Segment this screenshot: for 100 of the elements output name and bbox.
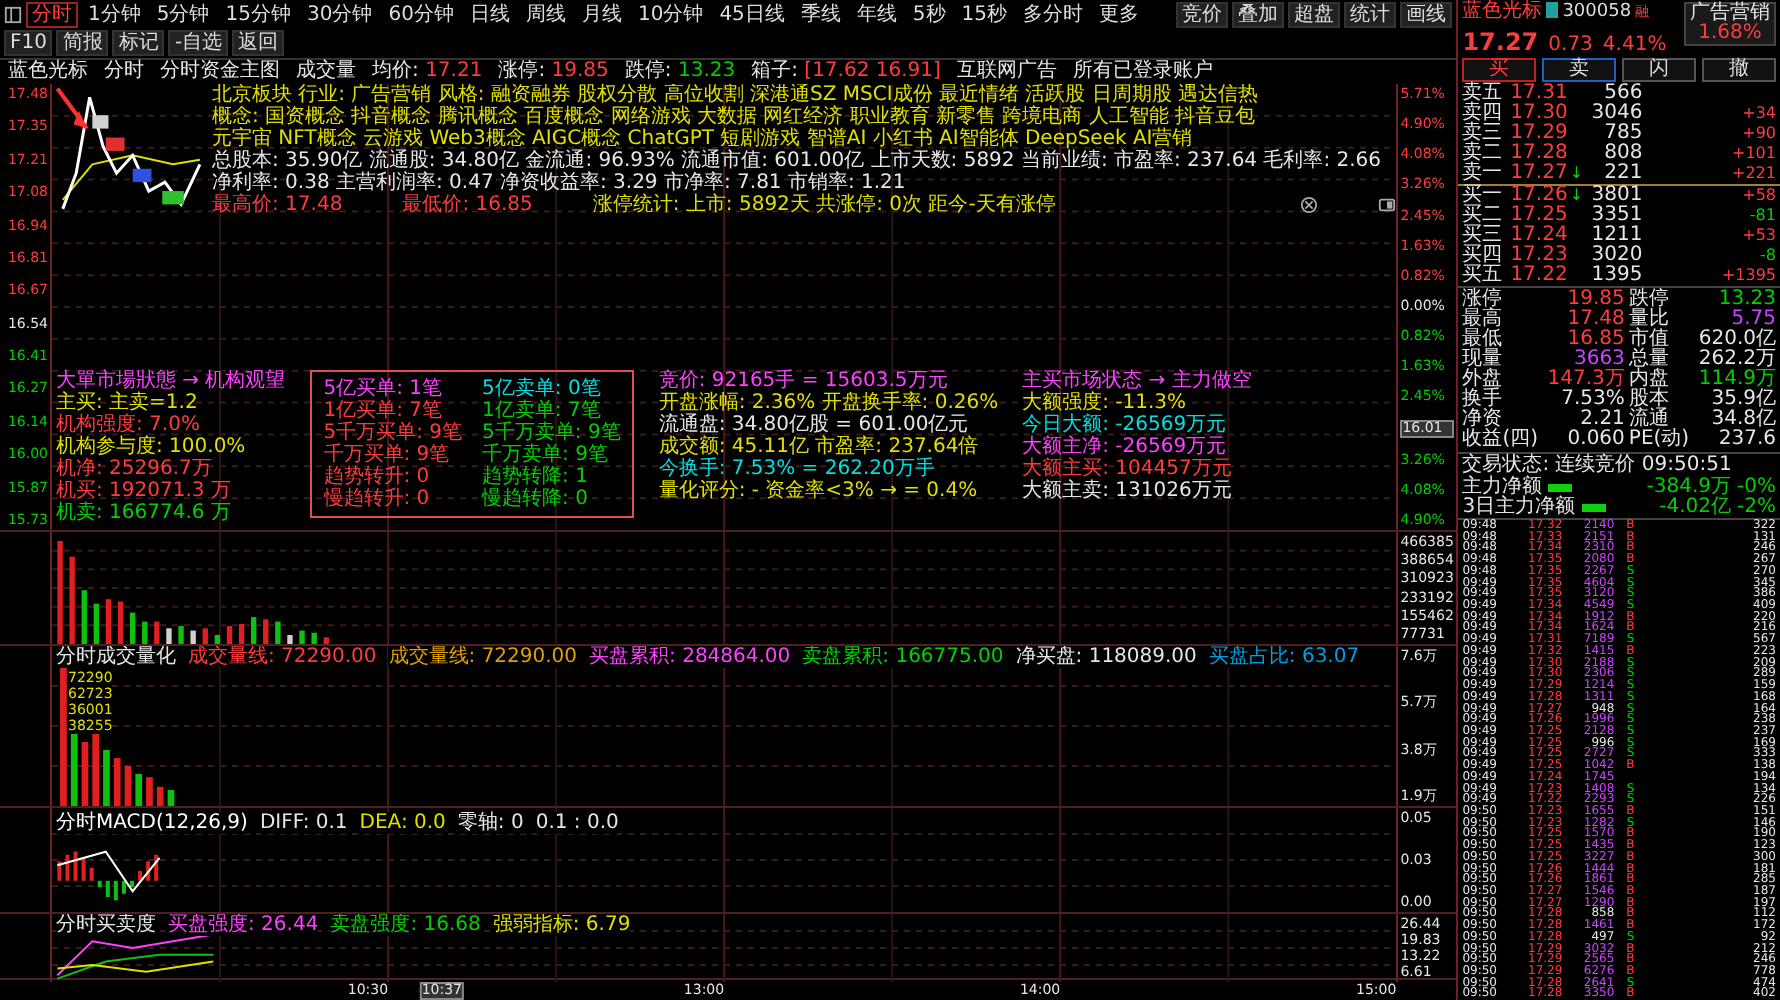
stat-label: 市值 [1628, 330, 1671, 350]
market-stat: 今换手: 7.53% = 262.20万手 [658, 458, 937, 480]
quote-info: 蓝色光标 [8, 60, 88, 84]
sell-order-count: 1亿卖单: 7笔 [482, 400, 603, 422]
close-icon[interactable] [1300, 196, 1319, 214]
quote-info: 互联网广告 [956, 60, 1057, 84]
stat-value: 262.2万 [1696, 350, 1776, 370]
order-price: 17.26 [1510, 186, 1568, 206]
period-tab[interactable]: 60分钟 [382, 2, 460, 28]
toolbar-button[interactable]: 超盘 [1288, 2, 1341, 28]
order-price: 17.29 [1510, 124, 1568, 144]
period-tab[interactable]: 5分钟 [150, 2, 216, 28]
stat-value: 147.3万 [1545, 370, 1625, 390]
stat-label: 换手 [1462, 390, 1505, 410]
trade-button[interactable]: 闪 [1622, 58, 1697, 82]
buy-order-count: 慢趋转升: 0 [323, 488, 432, 510]
market-stat: 量化评分: - 资金率<3% → = 0.4% [658, 480, 980, 502]
stat-label: 收益(四) [1462, 430, 1538, 450]
large-order-stat: 大额主买: 104457万元 [1022, 458, 1234, 480]
toolbar-button[interactable]: 简报 [56, 30, 109, 56]
last-price: 17.27 [1462, 32, 1539, 52]
buy-order-count: 趋势转升: 0 [323, 466, 432, 488]
period-tab[interactable]: 30分钟 [300, 2, 379, 28]
stat-value: 35.9亿 [1709, 390, 1776, 410]
quote-info: 均价: 17.21 [372, 60, 483, 84]
toolbar-button[interactable]: 竞价 [1176, 2, 1229, 28]
indicator-value: 买盘占比: 63.07 [1208, 646, 1360, 668]
period-tab[interactable]: 45日线 [713, 2, 791, 28]
sector-badge[interactable]: 广告营销 1.68% [1684, 2, 1776, 46]
quote-info: 箱子: [17.62 16.91] [751, 60, 941, 84]
flow-label: 主力净额 [1462, 478, 1543, 498]
order-level-label: 买二 [1462, 206, 1505, 226]
order-price: 17.23 [1510, 246, 1568, 266]
period-tab[interactable]: 年线 [850, 2, 903, 28]
order-change: +58 [1740, 186, 1776, 206]
order-change: +221 [1730, 164, 1776, 184]
toolbar-button[interactable]: 返回 [232, 30, 285, 56]
order-volume: 1395 [1589, 266, 1643, 286]
period-tab[interactable]: 日线 [463, 2, 516, 28]
stat-label: 涨停 [1462, 290, 1505, 310]
large-order-stat: 大额主卖: 131026万元 [1022, 480, 1234, 502]
period-tab[interactable]: 分时 [26, 2, 78, 28]
toolbar-button[interactable]: 统计 [1344, 2, 1397, 28]
order-level-label: 卖五 [1462, 84, 1505, 104]
trade-button[interactable]: 买 [1462, 58, 1537, 82]
panel-icon[interactable] [4, 6, 22, 24]
period-tab[interactable]: 10分钟 [631, 2, 710, 28]
toolbar-button[interactable]: 画线 [1400, 2, 1453, 28]
stat-value: 620.0亿 [1696, 330, 1776, 350]
price-stat: 最高价: 17.48 [212, 194, 343, 216]
order-level-label: 卖三 [1462, 124, 1505, 144]
stat-label: 总量 [1628, 350, 1671, 370]
trade-button[interactable]: 撤 [1702, 58, 1776, 82]
order-volume: 3351 [1589, 206, 1643, 226]
stat-value: 7.53% [1559, 390, 1625, 410]
order-change: +90 [1740, 124, 1776, 144]
period-tab[interactable]: 更多 [1093, 2, 1146, 28]
flow-percent: -2% [1737, 498, 1776, 518]
period-tab[interactable]: 15分钟 [219, 2, 297, 28]
indicator-value: 零轴: 0 [457, 812, 524, 834]
quote-info: 所有已登录账户 [1072, 60, 1213, 84]
toolbar-button[interactable]: 标记 [112, 30, 165, 56]
stat-label: 最高 [1462, 310, 1505, 330]
quote-info: 成交量 [296, 60, 356, 84]
toolbar-button[interactable]: -自选 [168, 30, 229, 56]
order-level-label: 买五 [1462, 266, 1505, 286]
stat-label: 现量 [1462, 350, 1505, 370]
indicator-value: 分时MACD(12,26,9) [56, 812, 248, 834]
order-price: 17.31 [1510, 84, 1568, 104]
indicator-value: 净买盘: 118089.00 [1015, 646, 1197, 668]
toolbar-button[interactable]: F10 [4, 30, 53, 56]
toolbar-button[interactable]: 叠加 [1232, 2, 1285, 28]
period-tab[interactable]: 15秒 [955, 2, 1014, 28]
indicator-value: 0.1 : 0.0 [535, 812, 619, 834]
period-tab[interactable]: 1分钟 [82, 2, 147, 28]
period-tab[interactable]: 5秒 [906, 2, 952, 28]
fund-stat: 机卖: 166774.6 万 [56, 502, 233, 524]
order-level-label: 买一 [1462, 186, 1505, 206]
large-order-stat: 主买市场状态 → 主力做空 [1022, 370, 1252, 392]
flow-value: -4.02亿 [1659, 498, 1732, 518]
trade-button[interactable]: 卖 [1542, 58, 1617, 82]
indicator-value: DEA: 0.0 [359, 812, 446, 834]
info-line: 元宇宙 NFT概念 云游戏 Web3概念 AIGC概念 ChatGPT 短剧游戏 智谱AI 小红书 AI智能体 DeepSeek AI营销 [212, 128, 1195, 150]
stat-value: 5.75 [1731, 310, 1776, 330]
order-change: +1395 [1719, 266, 1776, 286]
period-tab[interactable]: 月线 [575, 2, 628, 28]
price-change-percent: 4.41% [1602, 36, 1667, 56]
average-price-line [61, 154, 201, 201]
fund-stat: 机构参与度: 100.0% [56, 436, 248, 458]
volume-histogram-drawing [60, 662, 175, 806]
trade-markers-drawing [92, 115, 184, 205]
flow-value: -384.9万 [1646, 478, 1732, 498]
period-tab[interactable]: 季线 [794, 2, 847, 28]
order-level-label: 卖二 [1462, 144, 1505, 164]
period-tab[interactable]: 多分时 [1017, 2, 1090, 28]
order-change: +34 [1740, 104, 1776, 124]
flow-label: 3日主力净额 [1462, 498, 1576, 518]
sell-order-count: 千万卖单: 9笔 [482, 444, 610, 466]
period-tab[interactable]: 周线 [519, 2, 572, 28]
toggle-icon[interactable] [1378, 196, 1397, 214]
